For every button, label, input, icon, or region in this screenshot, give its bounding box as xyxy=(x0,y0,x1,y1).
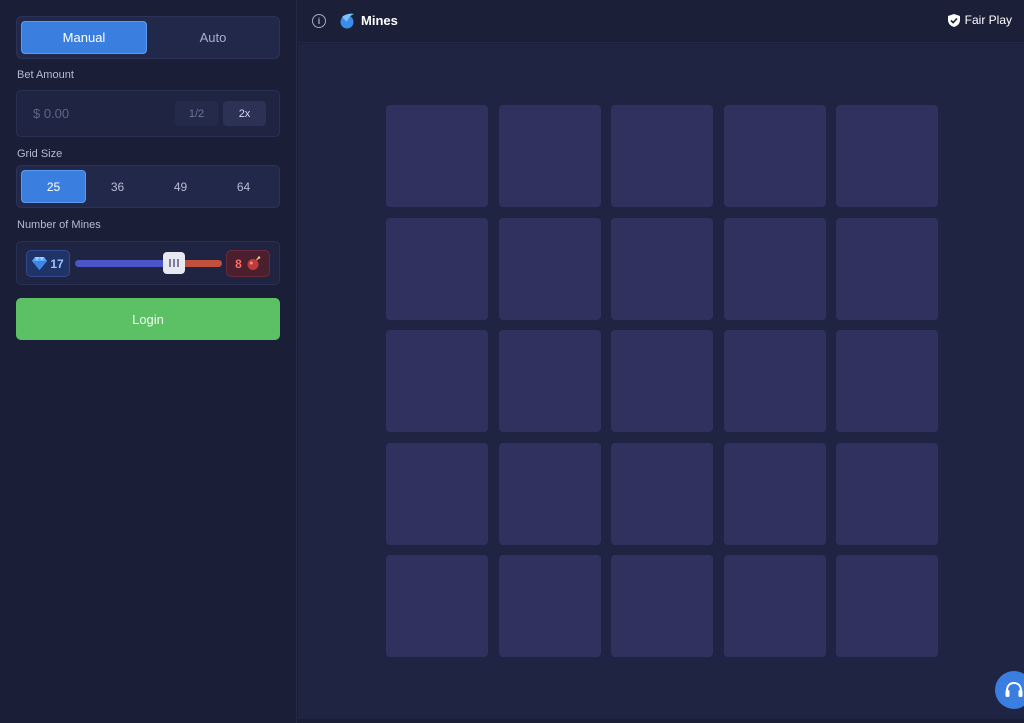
tile[interactable] xyxy=(386,555,488,657)
tile[interactable] xyxy=(723,442,826,545)
grid-size-option-25[interactable]: 25 xyxy=(21,170,86,203)
tile[interactable] xyxy=(611,217,713,320)
bomb-icon xyxy=(247,256,261,270)
tile[interactable] xyxy=(723,330,826,432)
game-title: Mines xyxy=(361,13,398,28)
mines-slider-handle[interactable] xyxy=(163,252,185,274)
bet-amount-box: 1/2 2x xyxy=(16,90,280,137)
tile[interactable] xyxy=(498,442,601,545)
gems-count-badge: 17 xyxy=(26,250,70,277)
mode-toggle: Manual Auto xyxy=(16,16,280,59)
number-of-mines-label: Number of Mines xyxy=(17,219,101,231)
tile[interactable] xyxy=(836,442,938,545)
tile[interactable] xyxy=(498,105,601,207)
shield-check-icon xyxy=(947,13,960,27)
double-bet-button[interactable]: 2x xyxy=(223,101,266,126)
info-icon[interactable]: i xyxy=(312,14,326,28)
tile[interactable] xyxy=(498,555,601,657)
mines-count-badge: 8 xyxy=(226,250,270,277)
tile[interactable] xyxy=(723,555,826,657)
tile[interactable] xyxy=(386,105,488,207)
half-bet-button[interactable]: 1/2 xyxy=(175,101,218,126)
fair-play-button[interactable]: Fair Play xyxy=(947,13,1012,27)
tile[interactable] xyxy=(611,555,713,657)
game-header: i Mines Fair Play xyxy=(298,0,1024,43)
tile[interactable] xyxy=(723,105,826,207)
tile[interactable] xyxy=(611,330,713,432)
tile[interactable] xyxy=(386,442,488,545)
tile[interactable] xyxy=(836,217,938,320)
gems-count: 17 xyxy=(50,256,64,271)
tile[interactable] xyxy=(498,217,601,320)
manual-tab[interactable]: Manual xyxy=(21,21,147,54)
grid-size-selector: 25 36 49 64 xyxy=(16,165,280,208)
mines-slider-track[interactable] xyxy=(75,260,222,267)
tile[interactable] xyxy=(836,555,938,657)
mines-slider-box: 17 8 xyxy=(16,241,280,285)
login-button[interactable]: Login xyxy=(16,298,280,340)
bet-amount-label: Bet Amount xyxy=(17,69,74,81)
tile[interactable] xyxy=(386,330,488,432)
grid-size-option-64[interactable]: 64 xyxy=(212,170,275,203)
grid-size-label: Grid Size xyxy=(17,148,63,160)
tile[interactable] xyxy=(836,105,938,207)
game-board-area xyxy=(298,44,1024,719)
bet-amount-input[interactable] xyxy=(31,105,170,122)
tile[interactable] xyxy=(611,442,713,545)
tile[interactable] xyxy=(723,217,826,320)
headset-icon xyxy=(1005,681,1023,697)
auto-tab[interactable]: Auto xyxy=(151,21,275,54)
grid-size-option-49[interactable]: 49 xyxy=(149,170,212,203)
tile[interactable] xyxy=(836,330,938,432)
sidebar: Manual Auto Bet Amount 1/2 2x Grid Size … xyxy=(0,0,297,723)
mines-tile-grid xyxy=(386,105,938,657)
fair-play-label: Fair Play xyxy=(964,13,1012,27)
tile[interactable] xyxy=(611,105,713,207)
tile[interactable] xyxy=(386,217,488,320)
mines-logo-icon xyxy=(340,13,354,29)
mines-count: 8 xyxy=(235,256,242,271)
diamond-icon xyxy=(32,257,48,270)
grid-size-option-36[interactable]: 36 xyxy=(86,170,149,203)
tile[interactable] xyxy=(498,330,601,432)
